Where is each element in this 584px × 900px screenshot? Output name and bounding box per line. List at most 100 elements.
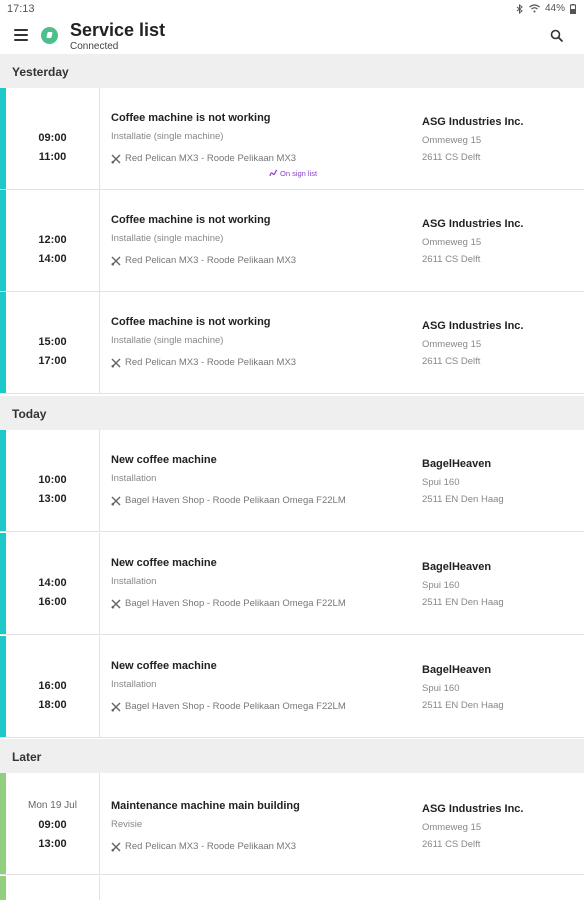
start-time: 15:00 (38, 336, 67, 348)
bluetooth-icon (516, 3, 523, 14)
company-name: ASG Industries Inc. (422, 803, 524, 815)
sign-list-badge: On sign list (269, 169, 317, 178)
machine-label: Red Pelican MX3 - Roode Pelikaan MX3 (125, 255, 297, 266)
company-city: 2511 EN Den Haag (422, 700, 504, 711)
start-time: 09:00 (38, 819, 67, 831)
battery-percent: 44% (544, 3, 565, 14)
start-time: 10:00 (38, 474, 67, 486)
section-header-yesterday: Yesterday (0, 54, 584, 88)
time-column: 10:00 13:00 (6, 430, 100, 531)
service-row-partial[interactable] (0, 876, 584, 900)
service-row[interactable]: 14:00 16:00 New coffee machine Installat… (0, 533, 584, 635)
service-type: Installation (111, 679, 157, 690)
service-title: Coffee machine is not working (111, 316, 271, 328)
start-time: 09:00 (38, 132, 67, 144)
company-city: 2611 CS Delft (422, 356, 481, 367)
machine-label: Red Pelican MX3 - Roode Pelikaan MX3 (125, 153, 297, 164)
start-time: 16:00 (38, 680, 67, 692)
company-city: 2611 CS Delft (422, 152, 481, 163)
battery-icon (570, 3, 576, 14)
company-city: 2611 CS Delft (422, 254, 481, 265)
machine-info: Red Pelican MX3 - Roode Pelikaan MX3 (111, 153, 296, 164)
machine-label: Bagel Haven Shop - Roode Pelikaan Omega … (125, 598, 346, 609)
machine-info: Bagel Haven Shop - Roode Pelikaan Omega … (111, 598, 346, 609)
service-row[interactable]: 12:00 14:00 Coffee machine is not workin… (0, 190, 584, 292)
end-time: 13:00 (38, 838, 67, 850)
wifi-icon (529, 4, 540, 13)
company-city: 2511 EN Den Haag (422, 494, 504, 505)
machine-info: Bagel Haven Shop - Roode Pelikaan Omega … (111, 495, 346, 506)
company-street: Ommeweg 15 (422, 237, 482, 248)
section-label: Later (12, 750, 42, 764)
search-icon[interactable] (550, 29, 564, 43)
service-row[interactable]: 16:00 18:00 New coffee machine Installat… (0, 636, 584, 738)
company-street: Spui 160 (422, 477, 460, 488)
machine-info: Bagel Haven Shop - Roode Pelikaan Omega … (111, 701, 346, 712)
company-name: BagelHeaven (422, 664, 492, 676)
end-time: 11:00 (38, 151, 67, 163)
company-city: 2511 EN Den Haag (422, 597, 504, 608)
time-column: 12:00 14:00 (6, 190, 100, 291)
company-street: Ommeweg 15 (422, 135, 482, 146)
company-name: ASG Industries Inc. (422, 320, 524, 332)
service-title: Coffee machine is not working (111, 112, 271, 124)
machine-info: Red Pelican MX3 - Roode Pelikaan MX3 (111, 841, 296, 852)
connection-status: Connected (70, 41, 119, 52)
time-column: 14:00 16:00 (6, 533, 100, 634)
service-row[interactable]: 10:00 13:00 New coffee machine Installat… (0, 430, 584, 532)
machine-label: Bagel Haven Shop - Roode Pelikaan Omega … (125, 495, 346, 506)
page-title: Service list (70, 20, 166, 40)
machine-info: Red Pelican MX3 - Roode Pelikaan MX3 (111, 357, 296, 368)
clock: 17:13 (7, 3, 35, 15)
section-header-later: Later (0, 739, 584, 773)
wrench-screwdriver-icon (111, 842, 121, 851)
wrench-screwdriver-icon (111, 496, 121, 505)
signature-icon (269, 169, 278, 177)
service-title: New coffee machine (111, 557, 217, 569)
machine-label: Bagel Haven Shop - Roode Pelikaan Omega … (125, 701, 346, 712)
end-time: 17:00 (38, 355, 67, 367)
machine-label: Red Pelican MX3 - Roode Pelikaan MX3 (125, 841, 297, 852)
time-column: 09:00 11:00 (6, 88, 100, 189)
service-row[interactable]: 15:00 17:00 Coffee machine is not workin… (0, 292, 584, 394)
wrench-screwdriver-icon (111, 358, 121, 367)
service-title: New coffee machine (111, 454, 217, 466)
company-street: Ommeweg 15 (422, 822, 482, 833)
service-date: Mon 19 Jul (28, 800, 77, 811)
app-bar: Service list Connected (0, 18, 584, 54)
time-column: 15:00 17:00 (6, 292, 100, 393)
wrench-screwdriver-icon (111, 599, 121, 608)
service-row[interactable]: Mon 19 Jul 09:00 13:00 Maintenance machi… (0, 773, 584, 875)
wrench-screwdriver-icon (111, 256, 121, 265)
wrench-screwdriver-icon (111, 154, 121, 163)
system-icons: 44% (516, 3, 576, 14)
start-time: 12:00 (38, 234, 67, 246)
service-type: Installation (111, 576, 157, 587)
machine-info: Red Pelican MX3 - Roode Pelikaan MX3 (111, 255, 296, 266)
service-type: Revisie (111, 819, 143, 830)
time-column (6, 876, 100, 900)
start-time: 14:00 (38, 577, 67, 589)
company-name: BagelHeaven (422, 458, 492, 470)
service-title: Maintenance machine main building (111, 800, 300, 812)
company-name: ASG Industries Inc. (422, 218, 524, 230)
company-city: 2611 CS Delft (422, 839, 481, 850)
service-type: Installatie (single machine) (111, 335, 224, 346)
sign-list-label: On sign list (280, 169, 318, 178)
service-type: Installatie (single machine) (111, 131, 224, 142)
time-column: Mon 19 Jul 09:00 13:00 (6, 773, 100, 874)
wrench-screwdriver-icon (111, 702, 121, 711)
service-row[interactable]: 09:00 11:00 Coffee machine is not workin… (0, 88, 584, 190)
end-time: 16:00 (38, 596, 67, 608)
service-type: Installatie (single machine) (111, 233, 224, 244)
service-title: New coffee machine (111, 660, 217, 672)
menu-icon[interactable] (14, 29, 28, 41)
company-street: Spui 160 (422, 580, 460, 591)
time-column: 16:00 18:00 (6, 636, 100, 737)
end-time: 18:00 (38, 699, 67, 711)
company-name: BagelHeaven (422, 561, 492, 573)
status-bar: 17:13 44% (0, 0, 584, 18)
section-label: Today (12, 407, 47, 421)
company-street: Spui 160 (422, 683, 460, 694)
company-name: ASG Industries Inc. (422, 116, 524, 128)
